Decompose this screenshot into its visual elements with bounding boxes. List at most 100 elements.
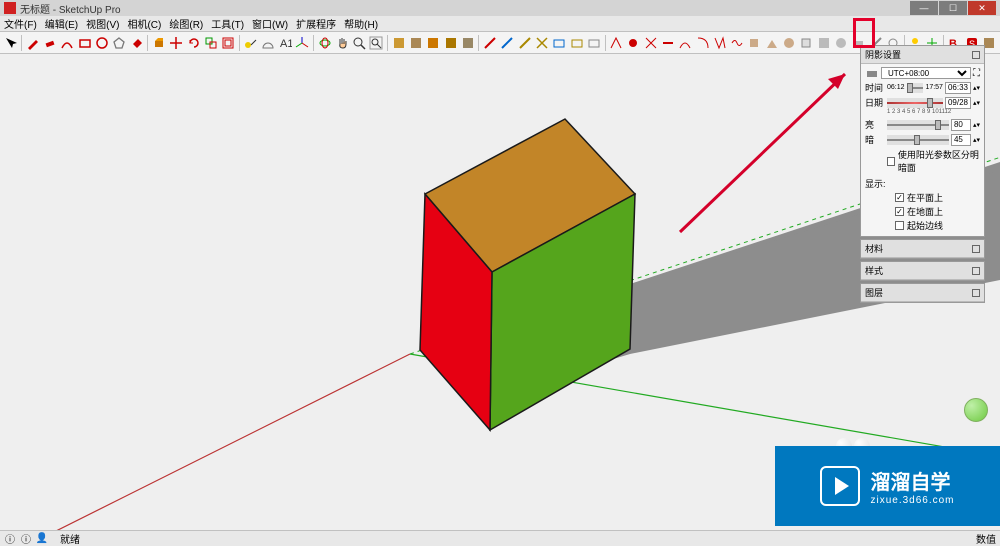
plugin-icon[interactable]	[534, 35, 549, 51]
arc-icon[interactable]	[60, 35, 75, 51]
title-bar: 无标题 - SketchUp Pro — ☐ ✕	[0, 0, 1000, 16]
minimize-button[interactable]: —	[910, 1, 938, 15]
plugin-icon[interactable]	[799, 35, 814, 51]
on-ground-checkbox[interactable]: ✓	[895, 207, 904, 216]
sun-checkbox-label: 使用阳光参数区分明暗面	[898, 148, 980, 174]
time-slider[interactable]	[907, 83, 924, 93]
plugin-icon[interactable]	[443, 35, 458, 51]
plugin-icon[interactable]	[586, 35, 601, 51]
toolbar-separator	[21, 35, 22, 51]
plugin-icon[interactable]	[730, 35, 745, 51]
light-slider[interactable]	[887, 120, 949, 130]
plugin-icon[interactable]	[608, 35, 623, 51]
plugin-icon[interactable]	[833, 35, 848, 51]
date-slider[interactable]	[887, 98, 943, 108]
watermark-en: zixue.3d66.com	[870, 495, 954, 506]
plugin-icon[interactable]	[695, 35, 710, 51]
stepper-icon[interactable]: ▴▾	[973, 136, 980, 144]
bucket-icon[interactable]	[129, 35, 144, 51]
scale-icon[interactable]	[203, 35, 218, 51]
plugin-icon[interactable]	[626, 35, 641, 51]
offset-icon[interactable]	[220, 35, 235, 51]
toolbar-separator	[478, 35, 479, 51]
on-faces-label: 在平面上	[907, 191, 943, 204]
collapse-icon[interactable]	[972, 267, 980, 275]
plugin-icon[interactable]	[408, 35, 423, 51]
push-pull-icon[interactable]	[151, 35, 166, 51]
plugin-icon[interactable]	[460, 35, 475, 51]
protractor-icon[interactable]	[260, 35, 275, 51]
plugin-icon[interactable]	[500, 35, 515, 51]
from-edges-checkbox[interactable]	[895, 221, 904, 230]
menu-draw[interactable]: 绘图(R)	[169, 16, 203, 31]
styles-header[interactable]: 样式	[861, 262, 984, 280]
timezone-select[interactable]: UTC+08:00	[881, 67, 971, 79]
time-start: 06:12	[887, 84, 905, 91]
time-value[interactable]: 06:33	[945, 82, 971, 94]
collapse-icon[interactable]	[972, 289, 980, 297]
plugin-icon[interactable]	[426, 35, 441, 51]
orbit-icon[interactable]	[317, 35, 332, 51]
pencil-icon[interactable]	[25, 35, 40, 51]
dark-slider[interactable]	[887, 135, 949, 145]
shadow-toggle-icon[interactable]	[866, 67, 878, 79]
dark-value[interactable]: 45	[951, 134, 971, 146]
plugin-icon[interactable]	[764, 35, 779, 51]
expand-icon[interactable]: ⛶	[973, 68, 980, 79]
info-icon[interactable]: ⓘ	[20, 533, 32, 545]
plugin-icon[interactable]	[660, 35, 675, 51]
zoom-icon[interactable]	[351, 35, 366, 51]
plugin-icon[interactable]	[391, 35, 406, 51]
text-icon[interactable]: A1	[277, 35, 292, 51]
pan-icon[interactable]	[334, 35, 349, 51]
close-button[interactable]: ✕	[968, 1, 996, 15]
shadow-settings-panel: 阴影设置 UTC+08:00 ⛶ 时间 06:12 17:57 06:33 ▴▾…	[860, 45, 985, 237]
plugin-icon[interactable]	[643, 35, 658, 51]
plugin-icon[interactable]	[816, 35, 831, 51]
rotate-icon[interactable]	[186, 35, 201, 51]
plugin-icon[interactable]	[552, 35, 567, 51]
sun-checkbox[interactable]	[887, 157, 895, 166]
layers-header[interactable]: 图层	[861, 284, 984, 302]
axes-icon[interactable]	[295, 35, 310, 51]
menu-edit[interactable]: 编辑(E)	[45, 16, 78, 31]
date-value[interactable]: 09/28	[945, 97, 971, 109]
eraser-icon[interactable]	[43, 35, 58, 51]
menu-tools[interactable]: 工具(T)	[211, 16, 244, 31]
menu-file[interactable]: 文件(F)	[4, 16, 37, 31]
select-tool-icon[interactable]	[3, 35, 18, 51]
light-value[interactable]: 80	[951, 119, 971, 131]
collapse-icon[interactable]	[972, 51, 980, 59]
tape-icon[interactable]	[243, 35, 258, 51]
stepper-icon[interactable]: ▴▾	[973, 99, 980, 107]
menu-window[interactable]: 窗口(W)	[252, 16, 288, 31]
plugin-icon[interactable]	[482, 35, 497, 51]
stepper-icon[interactable]: ▴▾	[973, 84, 980, 92]
right-panels: 阴影设置 UTC+08:00 ⛶ 时间 06:12 17:57 06:33 ▴▾…	[860, 45, 985, 305]
plugin-icon[interactable]	[781, 35, 796, 51]
maximize-button[interactable]: ☐	[939, 1, 967, 15]
menu-camera[interactable]: 相机(C)	[127, 16, 161, 31]
zoom-extents-icon[interactable]	[369, 35, 384, 51]
menu-extensions[interactable]: 扩展程序	[296, 16, 336, 31]
move-icon[interactable]	[169, 35, 184, 51]
shadow-panel-header[interactable]: 阴影设置	[861, 46, 984, 64]
menu-help[interactable]: 帮助(H)	[344, 16, 378, 31]
rectangle-icon[interactable]	[77, 35, 92, 51]
collapse-icon[interactable]	[972, 245, 980, 253]
stepper-icon[interactable]: ▴▾	[973, 121, 980, 129]
plugin-icon[interactable]	[678, 35, 693, 51]
circle-icon[interactable]	[94, 35, 109, 51]
plugin-icon[interactable]	[747, 35, 762, 51]
plugin-icon[interactable]	[569, 35, 584, 51]
plugin-icon[interactable]	[517, 35, 532, 51]
materials-header[interactable]: 材料	[861, 240, 984, 258]
plugin-icon[interactable]	[712, 35, 727, 51]
menu-view[interactable]: 视图(V)	[86, 16, 119, 31]
info-icon[interactable]: ⓘ	[4, 533, 16, 545]
green-sphere-icon[interactable]	[964, 398, 988, 422]
status-icons: ⓘ ⓘ 👤	[4, 533, 48, 545]
person-icon[interactable]: 👤	[36, 533, 48, 545]
on-faces-checkbox[interactable]: ✓	[895, 193, 904, 202]
polygon-icon[interactable]	[112, 35, 127, 51]
